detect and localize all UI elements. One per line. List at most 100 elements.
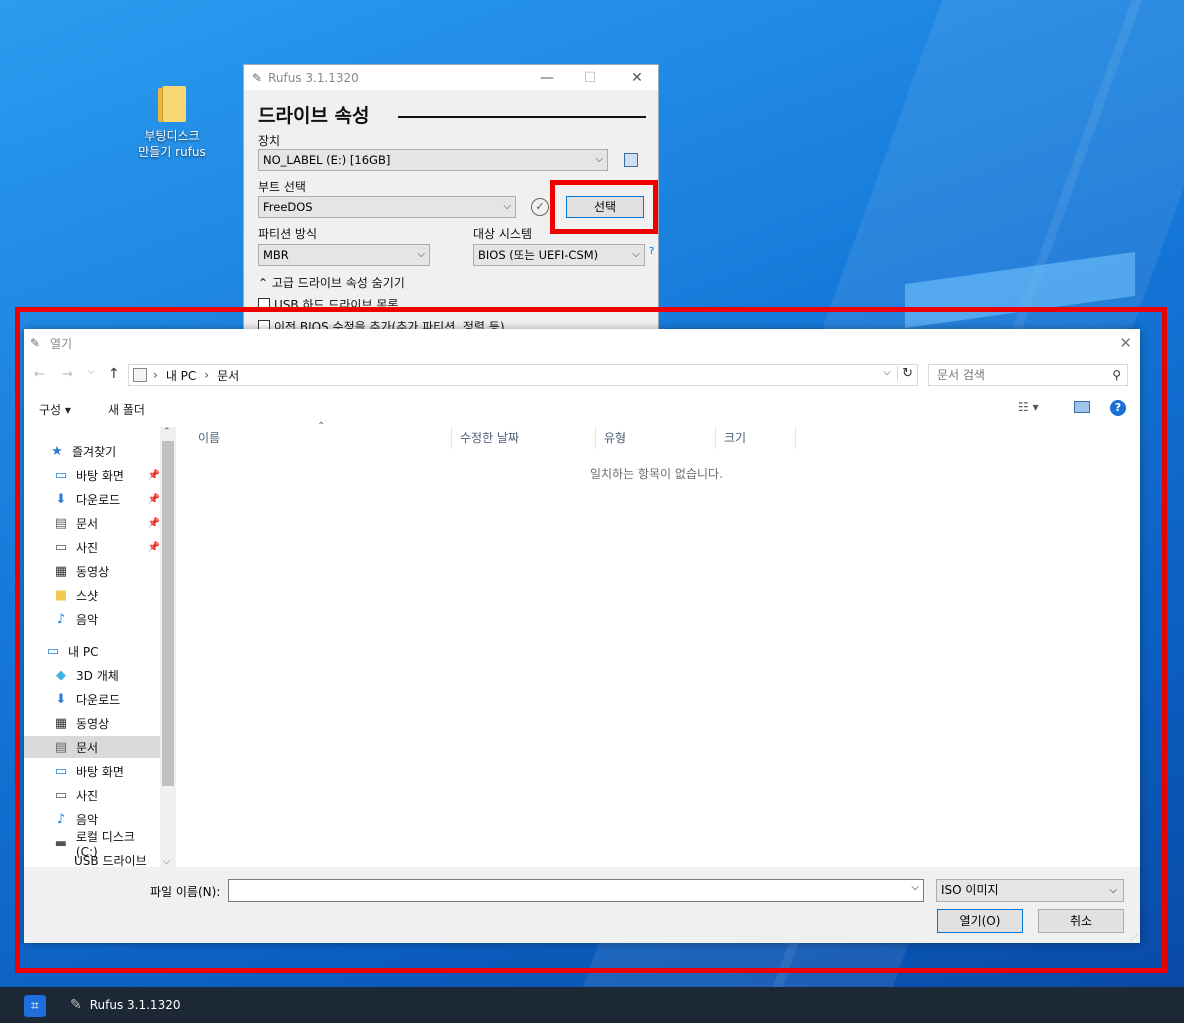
cube-icon: ◆ <box>56 667 66 683</box>
address-bar[interactable]: › 내 PC › 문서 ⌵ ↻ <box>128 364 918 386</box>
music-icon: ♪ <box>56 611 66 627</box>
desktop-folder-icon[interactable]: 부팅디스크 만들기 rufus <box>130 80 214 160</box>
nav-label: 내 PC <box>68 644 99 659</box>
document-icon <box>133 368 147 382</box>
nav-item-usb-drive[interactable]: USB 드라이브 (E <box>24 854 160 868</box>
cancel-button[interactable]: 취소 <box>1038 909 1124 933</box>
nav-item-downloads[interactable]: ⬇ 다운로드 📌 <box>24 488 160 510</box>
close-icon[interactable]: ✕ <box>1119 334 1132 352</box>
nav-item-3d-objects[interactable]: ◆ 3D 개체 <box>24 664 160 686</box>
nav-item-pictures[interactable]: ▭ 사진 📌 <box>24 536 160 558</box>
nav-label: 동영상 <box>76 716 110 731</box>
open-button[interactable]: 열기(O) <box>937 909 1023 933</box>
nav-item-documents[interactable]: ▤ 문서 📌 <box>24 512 160 534</box>
computer-icon: ▭ <box>46 643 60 659</box>
nav-item-pictures[interactable]: ▭ 사진 <box>24 784 160 806</box>
preview-pane-icon[interactable] <box>1074 401 1090 413</box>
usb-icon: ✎ <box>70 997 82 1013</box>
search-placeholder: 문서 검색 <box>937 368 985 382</box>
chevron-down-icon: ⌵ <box>595 154 603 165</box>
advanced-toggle[interactable]: ⌃ 고급 드라이브 속성 숨기기 <box>258 274 405 291</box>
partition-select[interactable]: MBR ⌵ <box>258 244 430 266</box>
folder-icon <box>158 84 186 122</box>
organize-button[interactable]: 구성 ▾ <box>39 401 71 418</box>
check-icon[interactable]: ✓ <box>531 198 549 216</box>
download-icon: ⬇ <box>55 691 67 707</box>
forward-icon[interactable]: → <box>62 367 73 382</box>
partition-value: MBR <box>263 248 289 262</box>
resize-grip-icon[interactable]: ⋰ <box>1130 933 1138 942</box>
pin-icon: 📌 <box>147 469 160 481</box>
new-folder-button[interactable]: 새 폴더 <box>108 401 145 418</box>
search-icon: ⚲ <box>1112 368 1121 382</box>
column-name[interactable]: 이름 <box>190 427 452 449</box>
nav-item-documents-selected[interactable]: ▤ 문서 <box>24 736 160 758</box>
scroll-thumb[interactable] <box>162 441 174 786</box>
pin-icon: 📌 <box>147 517 160 529</box>
desktop-icon-label-1: 부팅디스크 <box>144 129 200 143</box>
open-file-dialog: ✎ 열기 ✕ ← → ⌵ ↑ › 내 PC › 문서 ⌵ ↻ 문서 검색 ⚲ 구… <box>24 329 1140 943</box>
video-icon: ▦ <box>54 563 68 579</box>
folder-icon: ■ <box>54 587 68 603</box>
help-icon[interactable]: ? <box>1110 400 1126 416</box>
crop-tool-icon[interactable]: ⌗ <box>24 995 46 1017</box>
nav-item-videos[interactable]: ▦ 동영상 <box>24 560 160 582</box>
nav-item-music[interactable]: ♪ 음악 <box>24 608 160 630</box>
view-options-icon[interactable]: ☷ ▾ <box>1018 400 1039 414</box>
nav-label: 즐겨찾기 <box>72 444 117 459</box>
taskbar-rufus-label: Rufus 3.1.1320 <box>89 998 181 1012</box>
target-select[interactable]: BIOS (또는 UEFI-CSM) ⌵ <box>473 244 645 266</box>
pin-icon: 📌 <box>147 493 160 505</box>
pin-icon: 📌 <box>147 541 160 553</box>
section-title: 드라이브 속성 <box>258 105 370 127</box>
filename-input[interactable]: ⌵ <box>228 879 924 902</box>
taskbar-rufus[interactable]: ✎ Rufus 3.1.1320 <box>70 987 180 1023</box>
chevron-down-icon[interactable]: ⌵ <box>883 367 891 378</box>
drive-icon: ▬ <box>54 835 68 851</box>
column-modified[interactable]: 수정한 날짜 <box>452 427 596 449</box>
nav-item-downloads[interactable]: ⬇ 다운로드 <box>24 688 160 710</box>
column-type[interactable]: 유형 <box>596 427 716 449</box>
nav-item-videos[interactable]: ▦ 동영상 <box>24 712 160 734</box>
help-icon[interactable]: ? <box>649 246 654 257</box>
usb-icon: ✎ <box>30 336 41 350</box>
rufus-titlebar: ✎ Rufus 3.1.1320 — ☐ ✕ <box>244 65 658 90</box>
chevron-down-icon: ⌵ <box>632 249 640 260</box>
nav-label: 다운로드 <box>76 492 121 507</box>
nav-this-pc[interactable]: ▭ 내 PC <box>24 640 160 662</box>
nav-scrollbar[interactable]: ⌃ ⌵ <box>160 427 176 867</box>
search-input[interactable]: 문서 검색 ⚲ <box>928 364 1128 386</box>
device-value: NO_LABEL (E:) [16GB] <box>263 153 391 167</box>
maximize-icon[interactable]: ☐ <box>567 65 613 90</box>
star-icon: ★ <box>51 443 63 459</box>
breadcrumb-separator-icon: › <box>153 368 158 382</box>
filetype-select[interactable]: ISO 이미지 ⌵ <box>936 879 1124 902</box>
nav-item-desktop[interactable]: ▭ 바탕 화면 <box>24 760 160 782</box>
scroll-down-icon[interactable]: ⌵ <box>163 857 170 867</box>
nav-label: 사진 <box>76 540 99 555</box>
up-icon[interactable]: ↑ <box>108 366 120 382</box>
advanced-toggle-label: 고급 드라이브 속성 숨기기 <box>271 276 405 290</box>
nav-label: 바탕 화면 <box>76 764 124 779</box>
chevron-down-icon[interactable]: ⌵ <box>911 882 919 893</box>
nav-quick-access[interactable]: ★ 즐겨찾기 <box>24 440 160 462</box>
refresh-icon[interactable]: ↻ <box>897 366 913 381</box>
back-icon[interactable]: ← <box>34 367 45 382</box>
save-icon[interactable] <box>624 153 638 167</box>
minimize-icon[interactable]: — <box>524 65 570 90</box>
close-icon[interactable]: ✕ <box>614 65 658 90</box>
nav-label: 문서 <box>76 516 99 531</box>
dialog-titlebar: ✎ 열기 <box>24 329 1140 357</box>
recent-chevron-icon[interactable]: ⌵ <box>88 367 95 377</box>
nav-item-desktop[interactable]: ▭ 바탕 화면 📌 <box>24 464 160 486</box>
device-label: 장치 <box>258 134 281 148</box>
breadcrumb-documents[interactable]: 문서 <box>217 367 239 384</box>
device-select[interactable]: NO_LABEL (E:) [16GB] ⌵ <box>258 149 608 171</box>
filetype-value: ISO 이미지 <box>941 883 999 897</box>
breadcrumb-pc[interactable]: 내 PC <box>166 367 196 384</box>
boot-select[interactable]: FreeDOS ⌵ <box>258 196 516 218</box>
nav-item-screenshots[interactable]: ■ 스샷 <box>24 584 160 606</box>
scroll-up-icon[interactable]: ⌃ <box>163 427 171 437</box>
highlight-box <box>550 180 658 234</box>
column-size[interactable]: 크기 <box>716 427 796 449</box>
